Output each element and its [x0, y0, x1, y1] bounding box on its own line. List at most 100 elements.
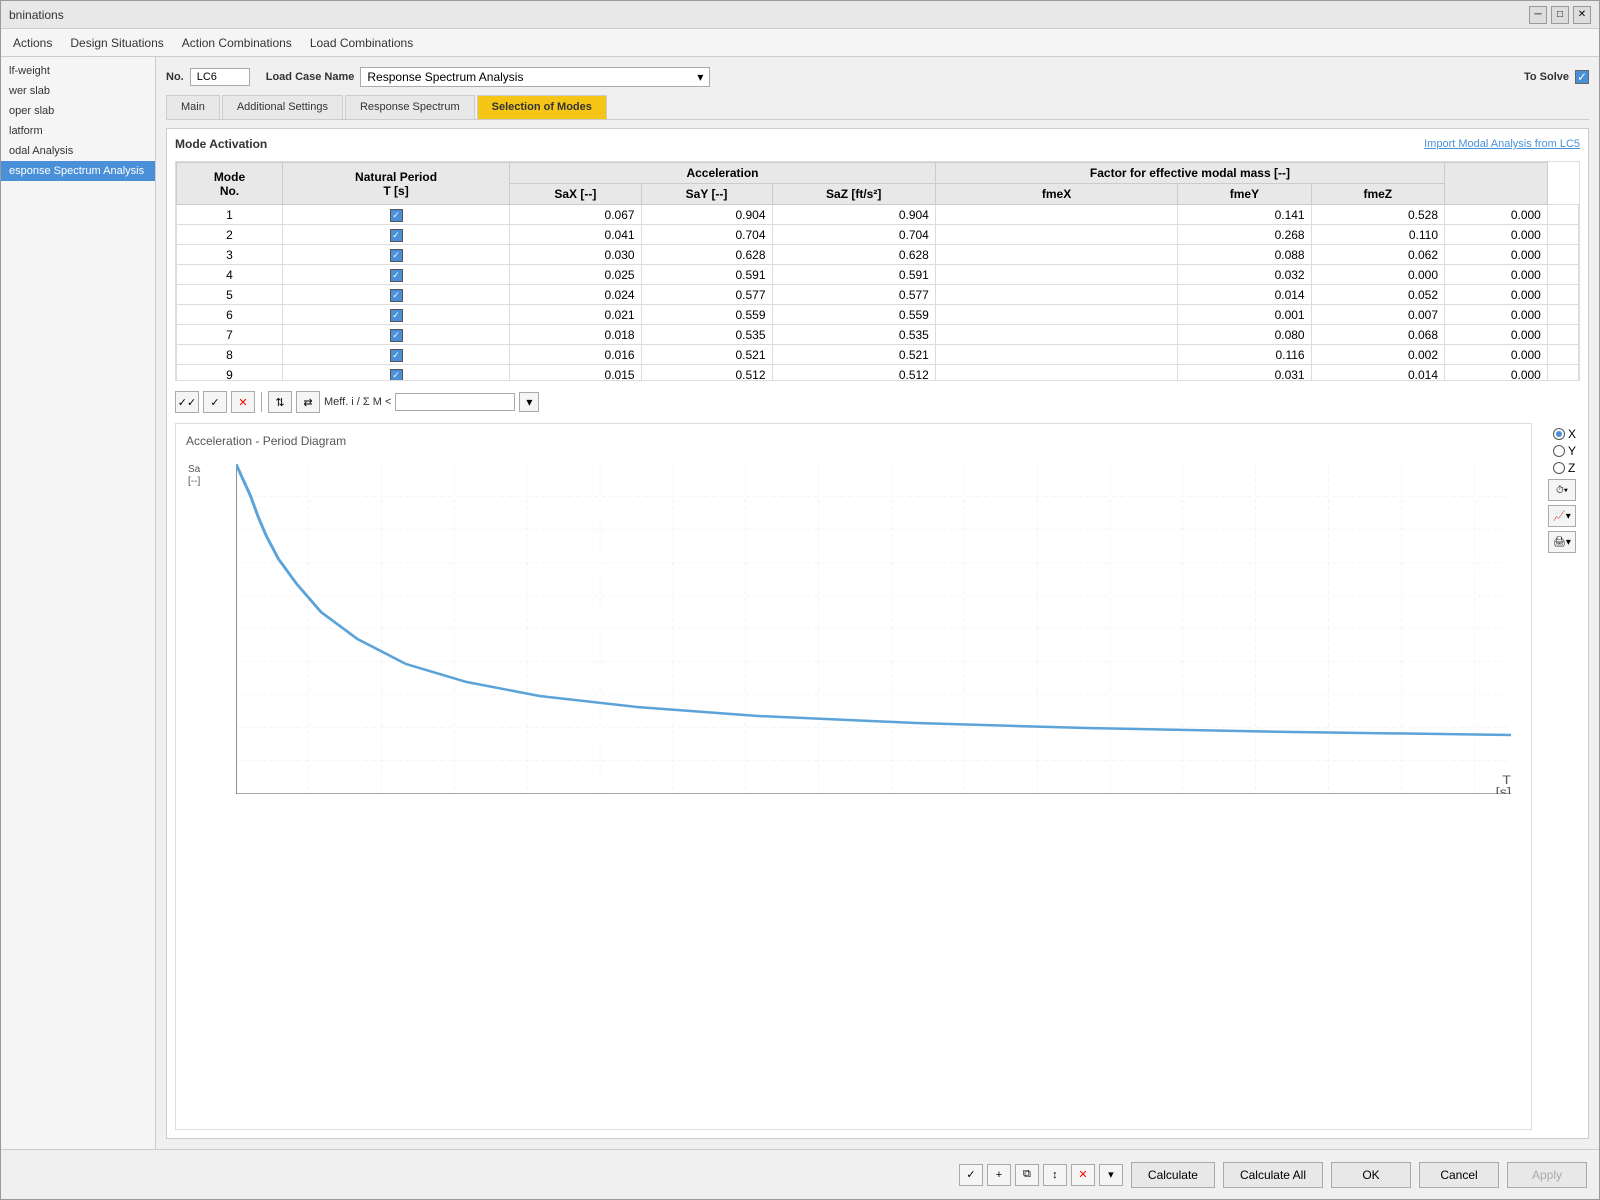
cell-fmez: 0.000	[1445, 265, 1548, 285]
cell-fmez: 0.000	[1445, 225, 1548, 245]
menu-action-combinations[interactable]: Action Combinations	[174, 33, 300, 53]
ok-button[interactable]: OK	[1331, 1162, 1411, 1188]
cell-say: 0.577	[772, 285, 935, 305]
cell-checkbox[interactable]: ✓	[282, 245, 509, 265]
maximize-button[interactable]: □	[1551, 6, 1569, 24]
lc-name-dropdown[interactable]: Response Spectrum Analysis ▾	[360, 67, 710, 87]
cell-checkbox[interactable]: ✓	[282, 265, 509, 285]
cell-extra	[1547, 225, 1578, 245]
lc-no-value: LC6	[190, 68, 250, 86]
sidebar-item-self-weight[interactable]: lf-weight	[1, 61, 155, 81]
cell-fmex: 0.031	[1178, 365, 1311, 382]
tab-response-spectrum[interactable]: Response Spectrum	[345, 95, 475, 119]
main-window: bninations ─ □ ✕ Actions Design Situatio…	[0, 0, 1600, 1200]
sort-button[interactable]: ⇅	[268, 391, 292, 413]
meff-input[interactable]	[395, 393, 515, 411]
cell-fmex: 0.014	[1178, 285, 1311, 305]
cell-mode-no: 4	[177, 265, 283, 285]
menu-design-situations[interactable]: Design Situations	[62, 33, 171, 53]
cell-fmey: 0.000	[1311, 265, 1444, 285]
cell-extra	[1547, 285, 1578, 305]
tab-selection-of-modes[interactable]: Selection of Modes	[477, 95, 607, 119]
mode-table: ModeNo. Natural PeriodT [s] Acceleration…	[176, 162, 1579, 381]
footer-down-button[interactable]: ▾	[1099, 1164, 1123, 1186]
meff-dropdown-button[interactable]: ▾	[519, 392, 539, 412]
print-icon-button[interactable]: 🖨▾	[1548, 531, 1576, 553]
uncheck-button[interactable]: ✕	[231, 391, 255, 413]
cell-fmex: 0.080	[1178, 325, 1311, 345]
minimize-button[interactable]: ─	[1529, 6, 1547, 24]
table-row[interactable]: 4✓0.0250.5910.5910.0320.0000.000	[177, 265, 1579, 285]
cell-checkbox[interactable]: ✓	[282, 365, 509, 382]
footer-delete-button[interactable]: ✕	[1071, 1164, 1095, 1186]
table-row[interactable]: 8✓0.0160.5210.5210.1160.0020.000	[177, 345, 1579, 365]
col-natural-period: Natural PeriodT [s]	[282, 163, 509, 205]
col-fmex: fmeX	[935, 184, 1177, 205]
to-solve-group: To Solve ✓	[1524, 70, 1589, 84]
import-link[interactable]: Import Modal Analysis from LC5	[1424, 138, 1580, 150]
table-row[interactable]: 1✓0.0670.9040.9040.1410.5280.000	[177, 205, 1579, 225]
menu-load-combinations[interactable]: Load Combinations	[302, 33, 421, 53]
table-row[interactable]: 7✓0.0180.5350.5350.0800.0680.000	[177, 325, 1579, 345]
lc-name-label: Load Case Name	[266, 71, 355, 83]
footer-copy-button[interactable]: ⧉	[1015, 1164, 1039, 1186]
time-icon-button[interactable]: ⏱▾	[1548, 479, 1576, 501]
cell-checkbox[interactable]: ✓	[282, 345, 509, 365]
sidebar-item-lower-slab[interactable]: wer slab	[1, 81, 155, 101]
footer-add-button[interactable]: +	[987, 1164, 1011, 1186]
cell-mode-no: 8	[177, 345, 283, 365]
sidebar-item-modal-analysis[interactable]: odal Analysis	[1, 141, 155, 161]
footer-move-button[interactable]: ↕	[1043, 1164, 1067, 1186]
cell-say: 0.512	[772, 365, 935, 382]
cell-checkbox[interactable]: ✓	[282, 205, 509, 225]
radio-z[interactable]: Z	[1553, 461, 1576, 475]
cell-saz	[935, 285, 1177, 305]
table-row[interactable]: 6✓0.0210.5590.5590.0010.0070.000	[177, 305, 1579, 325]
check-all-button[interactable]: ✓✓	[175, 391, 199, 413]
chart-right-panel: X Y Z ⏱▾ 📈▾	[1536, 423, 1580, 1130]
table-row[interactable]: 9✓0.0150.5120.5120.0310.0140.000	[177, 365, 1579, 382]
content-area: No. LC6 Load Case Name Response Spectrum…	[156, 57, 1599, 1149]
table-row[interactable]: 2✓0.0410.7040.7040.2680.1100.000	[177, 225, 1579, 245]
cell-sax: 0.591	[641, 265, 772, 285]
table-row[interactable]: 3✓0.0300.6280.6280.0880.0620.000	[177, 245, 1579, 265]
radio-z-circle	[1553, 462, 1565, 474]
tab-main[interactable]: Main	[166, 95, 220, 119]
sidebar-item-response-spectrum[interactable]: esponse Spectrum Analysis	[1, 161, 155, 181]
cell-checkbox[interactable]: ✓	[282, 325, 509, 345]
cell-mode-no: 5	[177, 285, 283, 305]
cell-checkbox[interactable]: ✓	[282, 225, 509, 245]
lc-name-value: Response Spectrum Analysis	[367, 70, 523, 84]
check-single-button[interactable]: ✓	[203, 391, 227, 413]
radio-x[interactable]: X	[1553, 427, 1576, 441]
sidebar-item-platform[interactable]: latform	[1, 121, 155, 141]
apply-button[interactable]: Apply	[1507, 1162, 1587, 1188]
cell-checkbox[interactable]: ✓	[282, 305, 509, 325]
table-row[interactable]: 5✓0.0240.5770.5770.0140.0520.000	[177, 285, 1579, 305]
footer-check-button[interactable]: ✓	[959, 1164, 983, 1186]
calculate-button[interactable]: Calculate	[1131, 1162, 1215, 1188]
radio-y[interactable]: Y	[1553, 444, 1576, 458]
cell-saz	[935, 205, 1177, 225]
col-acceleration-header: Acceleration	[510, 163, 936, 184]
toolbar-row: ✓✓ ✓ ✕ ⇅ ⇄ Meff. i / Σ M < ▾	[175, 387, 1580, 417]
to-solve-checkbox[interactable]: ✓	[1575, 70, 1589, 84]
main-layout: lf-weight wer slab oper slab latform oda…	[1, 57, 1599, 1149]
calculate-all-button[interactable]: Calculate All	[1223, 1162, 1323, 1188]
cell-period: 0.030	[510, 245, 641, 265]
cancel-button[interactable]: Cancel	[1419, 1162, 1499, 1188]
tab-additional-settings[interactable]: Additional Settings	[222, 95, 343, 119]
cell-mode-no: 9	[177, 365, 283, 382]
menu-actions[interactable]: Actions	[5, 33, 60, 53]
cell-checkbox[interactable]: ✓	[282, 285, 509, 305]
cell-fmez: 0.000	[1445, 245, 1548, 265]
chart-section: Acceleration - Period Diagram Sa[--]	[175, 423, 1580, 1130]
graph-icon-button[interactable]: 📈▾	[1548, 505, 1576, 527]
sidebar-item-upper-slab[interactable]: oper slab	[1, 101, 155, 121]
cell-mode-no: 2	[177, 225, 283, 245]
filter-button[interactable]: ⇄	[296, 391, 320, 413]
cell-period: 0.024	[510, 285, 641, 305]
to-solve-label: To Solve	[1524, 71, 1569, 83]
close-button[interactable]: ✕	[1573, 6, 1591, 24]
cell-sax: 0.535	[641, 325, 772, 345]
